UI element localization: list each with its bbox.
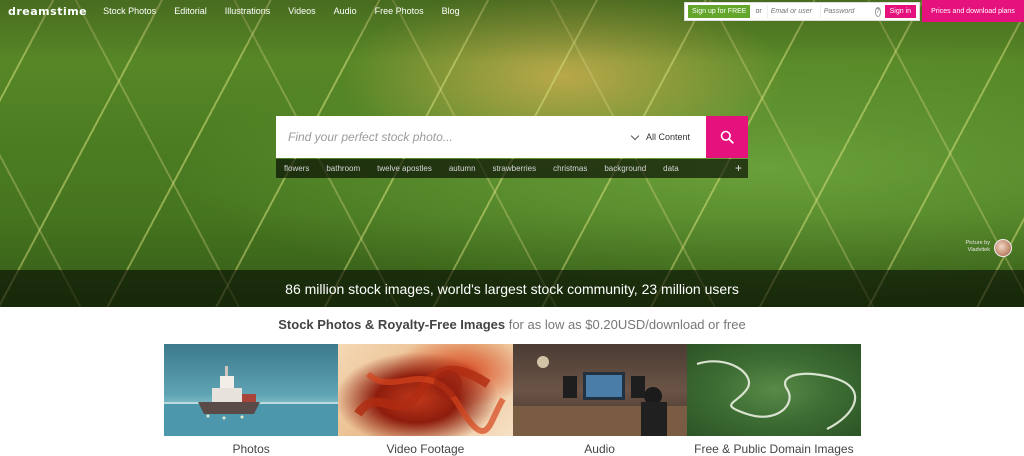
search-button[interactable] <box>706 116 748 158</box>
category-label: Free & Public Domain Images <box>694 442 854 456</box>
tag-link[interactable]: twelve apostles <box>377 164 432 173</box>
tag-link[interactable]: flowers <box>284 164 309 173</box>
category-label: Photos <box>232 442 270 456</box>
category-audio[interactable]: Audio <box>512 344 687 456</box>
tag-link[interactable]: strawberries <box>493 164 537 173</box>
nav-link-editorial[interactable]: Editorial <box>174 6 207 16</box>
category-photos[interactable]: Photos <box>164 344 339 456</box>
nav-link-illustrations[interactable]: Illustrations <box>225 6 271 16</box>
section-heading: Stock Photos & Royalty-Free Images for a… <box>0 317 1024 332</box>
category-label: Video Footage <box>386 442 465 456</box>
nav-links: Stock Photos Editorial Illustrations Vid… <box>103 6 478 16</box>
search-icon <box>720 130 734 144</box>
search-field: All Content <box>276 116 706 158</box>
more-tags-button[interactable]: + <box>735 161 742 175</box>
password-field[interactable] <box>819 5 873 18</box>
tag-link[interactable]: data <box>663 164 679 173</box>
category-thumbnail <box>512 344 687 436</box>
category-video-footage[interactable]: Video Footage <box>338 344 513 456</box>
signup-button[interactable]: Sign up for FREE <box>688 5 751 18</box>
credit-author[interactable]: Vladvitek <box>956 247 990 254</box>
category-thumbnail <box>164 344 339 436</box>
category-thumbnail <box>338 344 513 436</box>
ink-image <box>354 365 506 434</box>
credit-label: Picture by <box>965 240 990 246</box>
search-input[interactable] <box>276 116 632 158</box>
tag-link[interactable]: bathroom <box>326 164 360 173</box>
help-icon[interactable]: ? <box>874 6 881 17</box>
winding-road-image <box>696 360 856 430</box>
nav-link-audio[interactable]: Audio <box>334 6 357 16</box>
chevron-down-icon <box>630 131 640 140</box>
pricing-button[interactable]: Prices and download plans <box>922 0 1024 22</box>
signin-button[interactable]: Sign in <box>884 5 917 18</box>
tag-link[interactable]: background <box>604 164 646 173</box>
ship-image <box>164 366 338 436</box>
nav-link-stock-photos[interactable]: Stock Photos <box>103 6 156 16</box>
login-box: Sign up for FREE or ? Sign in <box>684 2 920 21</box>
studio-image <box>512 356 687 436</box>
hero-banner: dreamstime Stock Photos Editorial Illust… <box>0 0 1024 307</box>
author-avatar[interactable] <box>994 239 1012 257</box>
site-logo[interactable]: dreamstime <box>8 5 87 18</box>
nav-link-blog[interactable]: Blog <box>442 6 460 16</box>
site-tagline: 86 million stock images, world's largest… <box>285 280 739 297</box>
nav-link-videos[interactable]: Videos <box>288 6 315 16</box>
photo-credit: Picture by Vladvitek <box>956 240 990 254</box>
search-bar: All Content <box>276 116 748 158</box>
category-free-images[interactable]: Free & Public Domain Images <box>686 344 861 456</box>
category-grid: Photos Video Footage Audio Free & Public… <box>164 344 861 456</box>
section-heading-rest: for as low as $0.20USD/download or free <box>505 317 746 332</box>
popular-tags-bar: flowers bathroom twelve apostles autumn … <box>276 159 748 178</box>
or-label: or <box>755 8 762 15</box>
content-type-label: All Content <box>645 132 690 142</box>
section-heading-strong: Stock Photos & Royalty-Free Images <box>278 317 506 332</box>
tag-link[interactable]: autumn <box>449 164 476 173</box>
nav-link-free-photos[interactable]: Free Photos <box>375 6 424 16</box>
tag-link[interactable]: christmas <box>553 164 587 173</box>
content-type-select[interactable]: All Content <box>630 131 706 142</box>
email-field[interactable] <box>766 5 820 18</box>
category-label: Audio <box>584 442 615 456</box>
tagline-band: 86 million stock images, world's largest… <box>0 270 1024 307</box>
category-thumbnail <box>686 344 861 436</box>
